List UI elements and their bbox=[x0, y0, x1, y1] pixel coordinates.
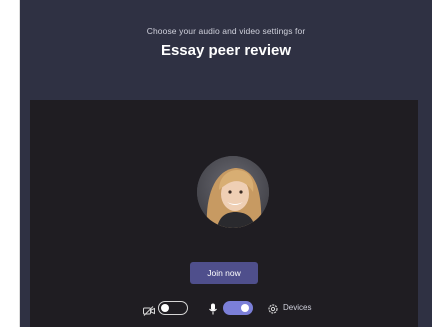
settings-subtitle: Choose your audio and video settings for bbox=[146, 26, 306, 36]
gear-icon[interactable] bbox=[267, 302, 279, 314]
camera-off-icon bbox=[143, 303, 155, 316]
join-now-button[interactable]: Join now bbox=[190, 262, 258, 284]
microphone-toggle[interactable] bbox=[223, 301, 253, 315]
av-controls: Devices bbox=[30, 300, 418, 316]
avatar bbox=[197, 156, 269, 228]
microphone-icon bbox=[208, 302, 218, 315]
microphone-toggle-knob bbox=[241, 303, 249, 312]
camera-toggle[interactable] bbox=[158, 301, 188, 315]
video-preview: Join now Devices bbox=[30, 100, 418, 327]
camera-toggle-knob bbox=[161, 303, 169, 312]
devices-button[interactable]: Devices bbox=[283, 303, 311, 312]
left-edge-divider bbox=[0, 0, 20, 327]
meeting-title: Essay peer review bbox=[160, 42, 292, 59]
pre-join-screen: Choose your audio and video settings for… bbox=[20, 0, 432, 327]
